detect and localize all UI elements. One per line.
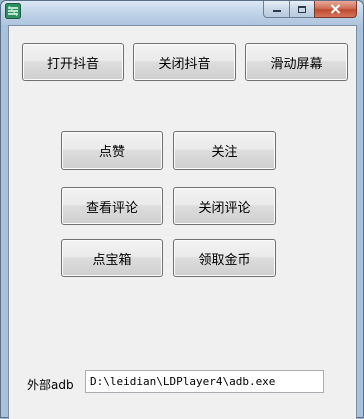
client-area: 打开抖音 关闭抖音 滑动屏幕 点赞 关注 查看评论 关闭评论 点宝箱 领取金币 … — [8, 25, 357, 419]
title-bar[interactable] — [1, 1, 363, 25]
minimize-icon — [272, 10, 281, 12]
close-comments-button[interactable]: 关闭评论 — [173, 187, 276, 225]
window-controls — [263, 1, 357, 19]
close-button[interactable] — [314, 1, 357, 18]
app-icon — [5, 3, 21, 19]
minimize-button[interactable] — [263, 1, 289, 18]
open-douyin-button[interactable]: 打开抖音 — [22, 43, 124, 81]
view-comments-button[interactable]: 查看评论 — [61, 187, 163, 225]
maximize-button[interactable] — [289, 1, 314, 18]
collect-coins-button[interactable]: 领取金币 — [173, 239, 276, 277]
close-icon — [330, 4, 341, 14]
treasure-box-button[interactable]: 点宝箱 — [61, 239, 163, 277]
app-window: 打开抖音 关闭抖音 滑动屏幕 点赞 关注 查看评论 关闭评论 点宝箱 领取金币 … — [0, 0, 364, 419]
close-douyin-button[interactable]: 关闭抖音 — [133, 43, 236, 81]
maximize-icon — [298, 5, 306, 13]
like-button[interactable]: 点赞 — [61, 131, 163, 170]
follow-button[interactable]: 关注 — [173, 131, 276, 170]
slide-screen-button[interactable]: 滑动屏幕 — [245, 43, 348, 81]
adb-path-label: 外部adb — [27, 378, 74, 392]
adb-path-field[interactable] — [85, 370, 324, 393]
